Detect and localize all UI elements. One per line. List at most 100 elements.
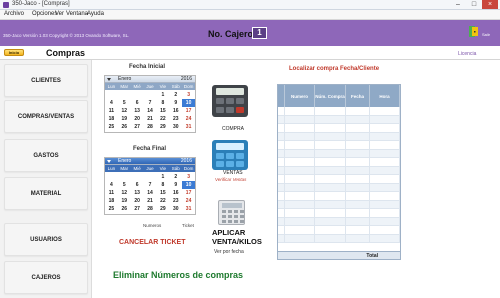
table-row[interactable] [278,183,400,192]
calendar-day[interactable]: 3 [182,173,195,181]
table-cell[interactable] [370,217,400,225]
table-cell[interactable] [346,149,370,157]
calendar-day[interactable]: 15 [156,107,169,115]
table-cell[interactable] [278,226,285,234]
calendar-day[interactable]: 1 [156,91,169,99]
table-cell[interactable] [370,200,400,208]
calendar-day[interactable]: 20 [131,197,144,205]
table-cell[interactable] [278,217,285,225]
calendar-day[interactable]: 18 [105,197,118,205]
calendar-day[interactable]: 8 [156,99,169,107]
calendar-day[interactable]: 16 [169,107,182,115]
table-cell[interactable] [285,115,315,123]
calendar-day[interactable]: 4 [105,99,118,107]
table-cell[interactable] [285,141,315,149]
table-row[interactable] [278,200,400,209]
table-cell[interactable] [370,141,400,149]
table-cell[interactable] [278,149,285,157]
table-cell[interactable] [278,234,285,242]
calendar-day[interactable]: 10 [182,99,196,107]
table-cell[interactable] [346,200,370,208]
table-cell[interactable] [370,158,400,166]
table-row[interactable] [278,149,400,158]
eliminar-numeros-button[interactable]: Eliminar Números de compras [113,270,243,280]
table-cell[interactable] [315,226,346,234]
table-cell[interactable] [315,141,346,149]
calendar-day[interactable]: 24 [182,197,195,205]
table-cell[interactable] [346,115,370,123]
table-row[interactable] [278,234,400,243]
calendar-fecha-final[interactable]: Enero 2016 Lun Mar Mié Jue Vie Sáb Dom 1… [104,157,196,215]
table-cell[interactable] [346,107,370,115]
table-cell[interactable] [285,107,315,115]
calendar-day[interactable]: 4 [105,181,118,189]
table-cell[interactable] [278,175,285,183]
table-cell[interactable] [285,149,315,157]
table-row[interactable] [278,175,400,184]
table-row[interactable] [278,141,400,150]
table-cell[interactable] [346,158,370,166]
calendar-day[interactable]: 22 [156,197,169,205]
table-cell[interactable] [285,132,315,140]
table-cell[interactable] [346,175,370,183]
calendar-day[interactable]: 3 [182,91,195,99]
calendar-day[interactable]: 5 [118,99,131,107]
calendar-day[interactable]: 19 [118,197,131,205]
calendar-day[interactable]: 7 [144,99,157,107]
table-cell[interactable] [315,124,346,132]
table-cell[interactable] [346,124,370,132]
calendar-header[interactable]: Enero 2016 [105,76,195,83]
table-cell[interactable] [278,115,285,123]
table-cell[interactable] [315,149,346,157]
compras-table[interactable]: Numero Núm. Compra Fecha Hora Total [277,84,401,260]
table-cell[interactable] [370,166,400,174]
table-cell[interactable] [285,209,315,217]
table-cell[interactable] [278,192,285,200]
calendar-day[interactable]: 14 [144,189,157,197]
calendar-day[interactable]: 23 [169,115,182,123]
calendar-day[interactable]: 13 [131,189,144,197]
calendar-day[interactable]: 20 [131,115,144,123]
calendar-day[interactable]: 27 [131,205,144,213]
calendar-day[interactable]: 18 [105,115,118,123]
table-cell[interactable] [346,234,370,242]
table-cell[interactable] [278,166,285,174]
table-row[interactable] [278,217,400,226]
sidebar-item-compras-ventas[interactable]: COMPRAS/VENTAS [4,100,88,133]
table-cell[interactable] [370,107,400,115]
maximize-button[interactable]: □ [466,0,482,9]
calendar-day[interactable]: 21 [144,115,157,123]
table-cell[interactable] [370,132,400,140]
table-cell[interactable] [278,183,285,191]
table-cell[interactable] [370,115,400,123]
aplicar-venta-kilos-button[interactable]: APLICAR VENTA/KILOS [212,228,274,246]
table-cell[interactable] [315,132,346,140]
table-row[interactable] [278,166,400,175]
column-header[interactable]: Hora [370,85,400,107]
table-cell[interactable] [285,175,315,183]
table-cell[interactable] [315,209,346,217]
calendar-day[interactable]: 11 [105,107,118,115]
table-cell[interactable] [346,166,370,174]
table-cell[interactable] [315,234,346,242]
table-cell[interactable] [370,226,400,234]
table-row[interactable] [278,115,400,124]
table-cell[interactable] [315,217,346,225]
calendar-header[interactable]: Enero 2016 [105,158,195,165]
table-cell[interactable] [285,234,315,242]
calendar-day[interactable]: 7 [144,181,157,189]
table-row[interactable] [278,158,400,167]
table-cell[interactable] [278,107,285,115]
exit-icon[interactable] [469,26,478,37]
calendar-day[interactable]: 6 [131,99,144,107]
calendar-day[interactable]: 28 [144,205,157,213]
table-cell[interactable] [315,192,346,200]
menu-opciones[interactable]: Opciones [32,11,57,17]
calendar-day[interactable]: 6 [131,181,144,189]
table-row[interactable] [278,107,400,116]
table-cell[interactable] [346,141,370,149]
sidebar-item-gastos[interactable]: GASTOS [4,139,88,172]
calendar-day[interactable]: 13 [131,107,144,115]
menu-archivo[interactable]: Archivo [4,11,24,17]
table-cell[interactable] [315,175,346,183]
